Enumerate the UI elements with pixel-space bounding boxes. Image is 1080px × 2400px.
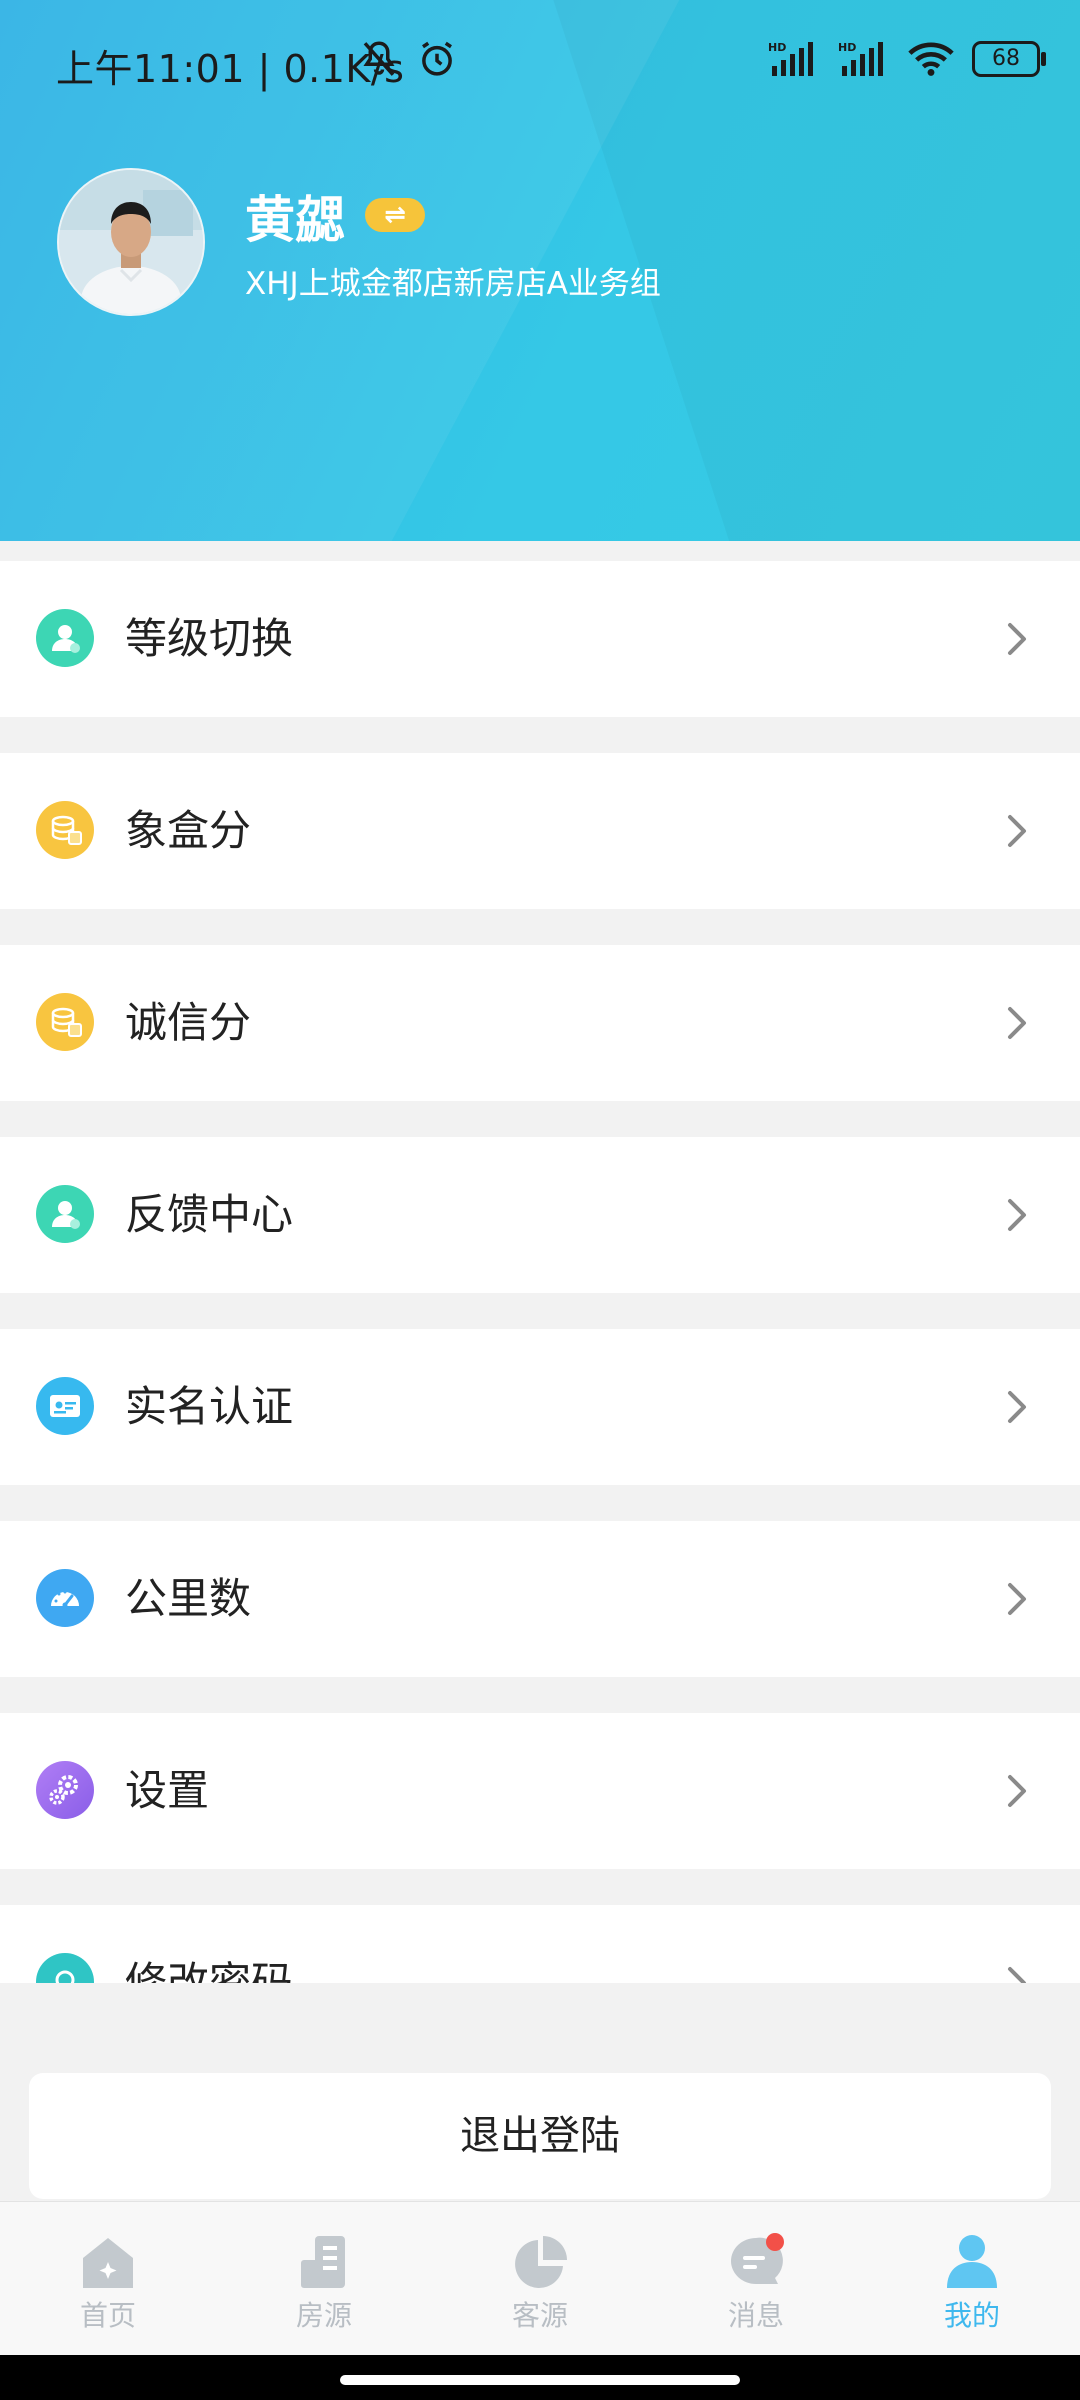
menu-item-label: 象盒分 <box>125 806 252 855</box>
wifi-icon <box>908 42 954 76</box>
menu-item-credit-score[interactable]: 诚信分 <box>0 945 1080 1101</box>
menu-item-label: 诚信分 <box>125 998 252 1047</box>
pie-chart-icon <box>515 2236 567 2288</box>
menu-item-level-switch[interactable]: 等级切换 <box>0 561 1080 717</box>
menu-item-label: 等级切换 <box>125 614 294 663</box>
battery-indicator: 68 <box>972 41 1046 77</box>
tab-home[interactable]: 首页 <box>0 2202 216 2356</box>
chevron-right-icon <box>1008 623 1026 655</box>
tab-mine[interactable]: 我的 <box>864 2202 1080 2356</box>
menu-item-label: 反馈中心 <box>125 1190 294 1239</box>
signal-hd-icon: HD <box>838 41 883 76</box>
tab-messages[interactable]: 消息 <box>648 2202 864 2356</box>
role-switch-icon[interactable]: ⇌ <box>365 198 425 232</box>
user-badge-icon <box>36 609 94 667</box>
menu-item-feedback-center[interactable]: 反馈中心 <box>0 1137 1080 1293</box>
menu-item-real-name-auth[interactable]: 实名认证 <box>0 1329 1080 1485</box>
menu-item-label: 公里数 <box>125 1574 252 1623</box>
home-icon <box>83 2238 133 2288</box>
tab-label: 我的 <box>943 2299 1000 2332</box>
tab-clients[interactable]: 客源 <box>432 2202 648 2356</box>
status-time-speed: 上午11:01 | 0.1K/s <box>56 47 405 91</box>
coins-icon <box>36 801 94 859</box>
user-organization: XHJ上城金都店新房店A业务组 <box>245 266 661 302</box>
bottom-tab-bar: 首页 房源 客源 消息 我的 <box>0 2201 1080 2356</box>
coins-icon <box>36 993 94 1051</box>
chevron-right-icon <box>1008 1007 1026 1039</box>
profile-header: 上午11:01 | 0.1K/s HD HD 68 黄勰 ⇌ XHJ上城金都店新… <box>0 0 1080 541</box>
chevron-right-icon <box>1008 1775 1026 1807</box>
id-card-icon <box>36 1377 94 1435</box>
user-name: 黄勰 <box>245 191 345 249</box>
chevron-right-icon <box>1008 1199 1026 1231</box>
building-icon <box>301 2236 345 2288</box>
lock-icon <box>36 1953 94 1983</box>
menu-item-label: 实名认证 <box>125 1382 294 1431</box>
menu-item-label: 修改密码 <box>125 1958 294 1983</box>
menu-item-settings[interactable]: 设置 <box>0 1713 1080 1869</box>
tab-label: 消息 <box>727 2299 784 2332</box>
signal-hd-icon: HD <box>768 41 813 76</box>
chevron-right-icon <box>1008 1967 1026 1983</box>
logout-button[interactable]: 退出登陆 <box>29 2073 1051 2199</box>
tab-label: 房源 <box>295 2299 352 2332</box>
menu-list: 等级切换 象盒分 诚信分 反馈中心 实名认证 公里数 设置 修改密码 <box>0 561 1080 1983</box>
alarm-icon <box>422 41 452 76</box>
speedometer-icon <box>36 1569 94 1627</box>
profile-icon <box>947 2235 997 2288</box>
avatar[interactable] <box>57 168 205 316</box>
message-icon <box>731 2233 784 2284</box>
bell-muted-icon <box>363 41 395 76</box>
gear-icon <box>36 1761 94 1819</box>
chevron-right-icon <box>1008 1391 1026 1423</box>
home-indicator[interactable] <box>340 2375 740 2385</box>
menu-item-mileage[interactable]: 公里数 <box>0 1521 1080 1677</box>
menu-item-label: 设置 <box>125 1766 210 1815</box>
menu-item-change-password[interactable]: 修改密码 <box>0 1905 1080 1983</box>
tab-label: 客源 <box>511 2299 568 2332</box>
chevron-right-icon <box>1008 1583 1026 1615</box>
status-bar: 上午11:01 | 0.1K/s HD HD 68 <box>0 0 1080 124</box>
menu-item-xianghe-score[interactable]: 象盒分 <box>0 753 1080 909</box>
tab-properties[interactable]: 房源 <box>216 2202 432 2356</box>
svg-text:HD: HD <box>768 41 786 54</box>
user-badge-icon <box>36 1185 94 1243</box>
tab-label: 首页 <box>79 2299 136 2332</box>
svg-text:HD: HD <box>838 41 856 54</box>
chevron-right-icon <box>1008 815 1026 847</box>
avatar-photo-icon <box>59 170 203 314</box>
